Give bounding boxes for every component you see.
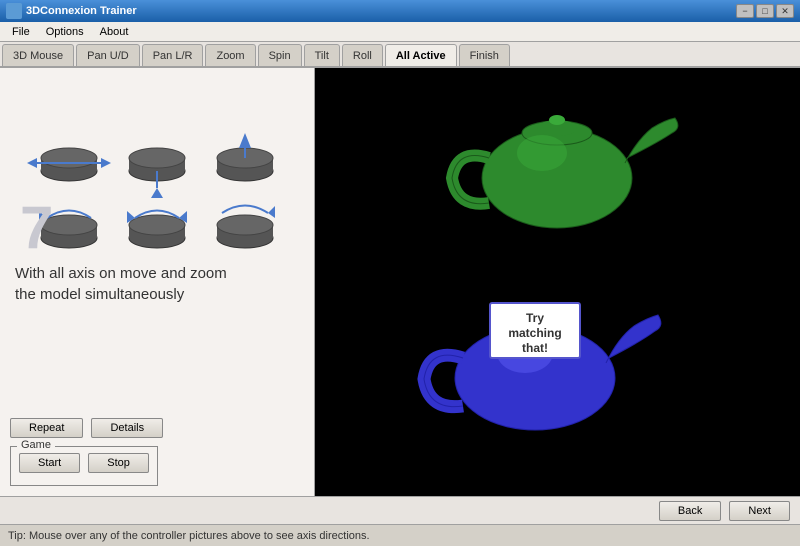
maximize-button[interactable]: □ bbox=[756, 4, 774, 18]
tab-3d-mouse[interactable]: 3D Mouse bbox=[2, 44, 74, 66]
menu-file[interactable]: File bbox=[4, 24, 38, 40]
game-group: Game Start Stop bbox=[10, 446, 158, 486]
tab-zoom[interactable]: Zoom bbox=[205, 44, 255, 66]
start-button[interactable]: Start bbox=[19, 453, 80, 473]
app-icon bbox=[6, 3, 22, 19]
tab-bar: 3D Mouse Pan U/D Pan L/R Zoom Spin Tilt … bbox=[0, 42, 800, 68]
diagram-area: 7 bbox=[10, 78, 304, 258]
tab-pan-lr[interactable]: Pan L/R bbox=[142, 44, 204, 66]
right-panel: Try matching that! bbox=[315, 68, 800, 496]
blue-teapot: Try matching that! bbox=[424, 303, 661, 430]
tab-roll[interactable]: Roll bbox=[342, 44, 383, 66]
next-button[interactable]: Next bbox=[729, 501, 790, 521]
bottom-bar: Back Next bbox=[0, 496, 800, 524]
window-title: 3DConnexion Trainer bbox=[26, 5, 137, 17]
left-panel: 7 With all axis on move and zoom the mod… bbox=[0, 68, 315, 496]
svg-text:that!: that! bbox=[522, 341, 548, 355]
3d-viewport: Try matching that! bbox=[315, 68, 800, 496]
menu-options[interactable]: Options bbox=[38, 24, 92, 40]
title-bar-left: 3DConnexion Trainer bbox=[6, 3, 137, 19]
step-description: With all axis on move and zoom the model… bbox=[10, 263, 304, 305]
tab-pan-ud[interactable]: Pan U/D bbox=[76, 44, 140, 66]
title-controls[interactable]: − □ ✕ bbox=[736, 4, 794, 18]
action-buttons-row: Repeat Details bbox=[10, 418, 304, 438]
step-number: 7 bbox=[20, 198, 53, 258]
svg-text:matching: matching bbox=[508, 326, 561, 340]
game-label: Game bbox=[17, 439, 55, 451]
status-tip: Tip: Mouse over any of the controller pi… bbox=[8, 530, 370, 542]
minimize-button[interactable]: − bbox=[736, 4, 754, 18]
main-content: 7 With all axis on move and zoom the mod… bbox=[0, 68, 800, 496]
green-teapot bbox=[452, 115, 678, 228]
status-bar: Tip: Mouse over any of the controller pi… bbox=[0, 524, 800, 546]
tab-spin[interactable]: Spin bbox=[258, 44, 302, 66]
title-bar: 3DConnexion Trainer − □ ✕ bbox=[0, 0, 800, 22]
tab-all-active[interactable]: All Active bbox=[385, 44, 457, 66]
menu-bar: File Options About bbox=[0, 22, 800, 42]
svg-text:Try: Try bbox=[526, 311, 544, 325]
details-button[interactable]: Details bbox=[91, 418, 163, 438]
tab-finish[interactable]: Finish bbox=[459, 44, 510, 66]
stop-button[interactable]: Stop bbox=[88, 453, 149, 473]
tab-tilt[interactable]: Tilt bbox=[304, 44, 340, 66]
back-button[interactable]: Back bbox=[659, 501, 721, 521]
button-area: Repeat Details Game Start Stop bbox=[10, 408, 304, 486]
controller-diagram bbox=[17, 83, 297, 253]
repeat-button[interactable]: Repeat bbox=[10, 418, 83, 438]
close-button[interactable]: ✕ bbox=[776, 4, 794, 18]
menu-about[interactable]: About bbox=[92, 24, 137, 40]
game-buttons-row: Start Stop bbox=[19, 453, 149, 473]
